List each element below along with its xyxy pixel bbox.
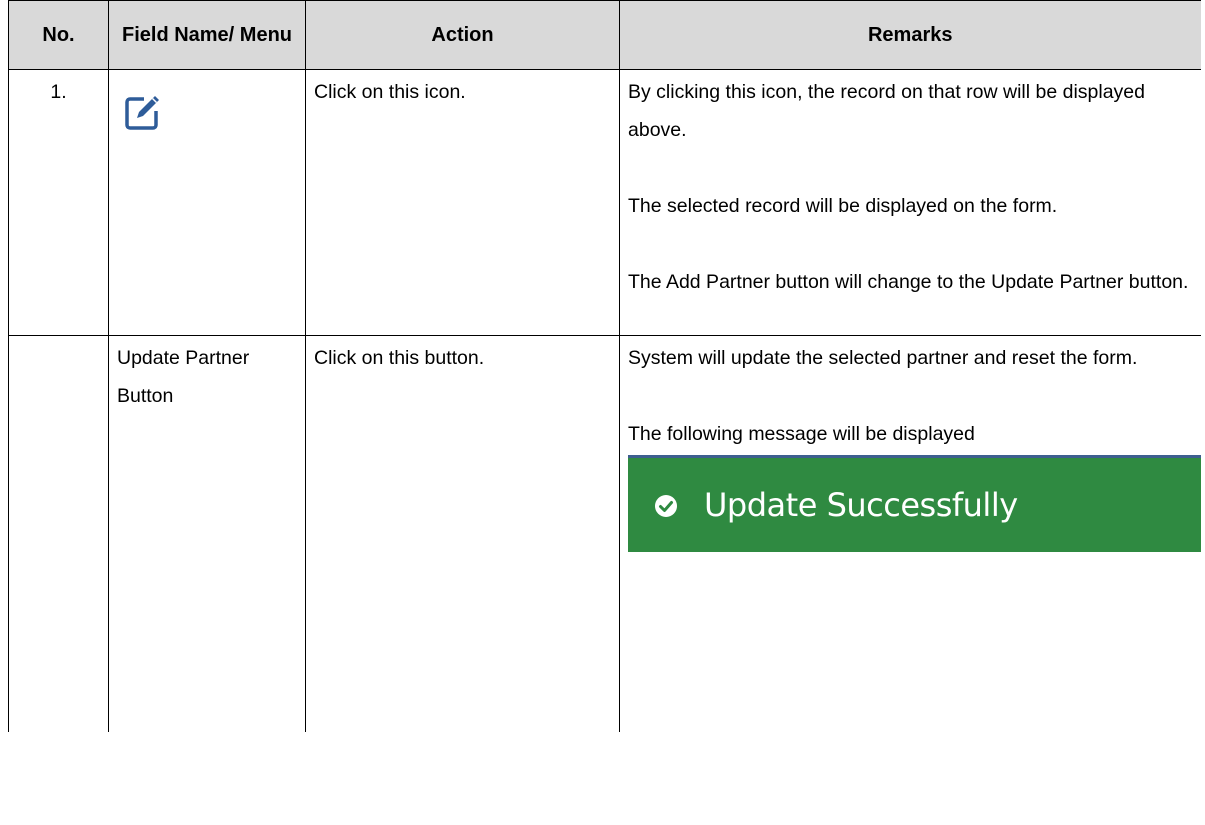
row-number <box>8 335 109 732</box>
table-header-row: No. Field Name/ Menu Action Remarks <box>8 0 1201 70</box>
remark-text: The selected record will be displayed on… <box>628 195 1058 217</box>
field-cell <box>108 69 306 336</box>
check-circle-icon <box>654 493 678 517</box>
action-cell: Click on this icon. <box>305 69 620 336</box>
row-number: 1. <box>8 69 109 336</box>
success-toast: Update Successfully <box>628 455 1201 552</box>
header-remarks: Remarks <box>619 0 1201 70</box>
header-field-name: Field Name/ Menu <box>108 0 306 70</box>
header-no: No. <box>8 0 109 70</box>
table-row: Update Partner Button Click on this butt… <box>8 335 1201 732</box>
toast-message: Update Successfully <box>704 486 1018 524</box>
remark-text: The following message will be displayed <box>628 423 975 445</box>
remarks-cell: System will update the selected partner … <box>619 335 1201 732</box>
remark-text: By clicking this icon, the record on tha… <box>628 81 1145 141</box>
instruction-table: No. Field Name/ Menu Action Remarks 1. C… <box>8 0 1201 732</box>
remarks-cell: By clicking this icon, the record on tha… <box>619 69 1201 336</box>
header-action: Action <box>305 0 620 70</box>
remark-text: System will update the selected partner … <box>628 347 1138 369</box>
remark-text: The Add Partner button will change to th… <box>628 271 1189 293</box>
action-cell: Click on this button. <box>305 335 620 732</box>
field-cell: Update Partner Button <box>108 335 306 732</box>
table-row: 1. Click on this icon. By clicking this … <box>8 69 1201 336</box>
edit-icon[interactable] <box>122 93 162 133</box>
